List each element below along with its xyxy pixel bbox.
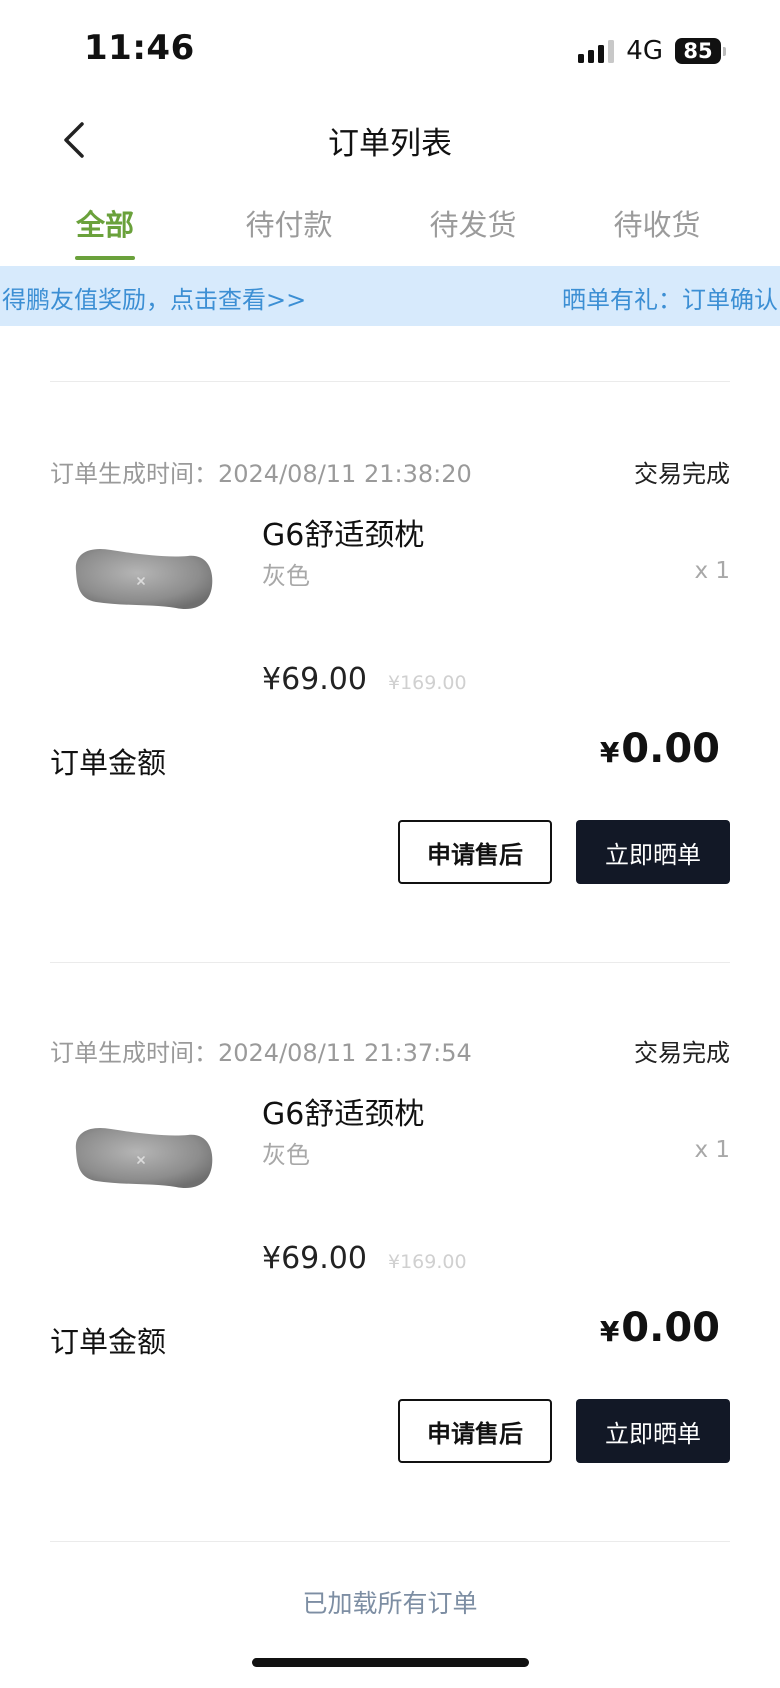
all-orders-loaded-text: 已加载所有订单	[302, 1589, 478, 1618]
product-quantity: x 1	[694, 558, 730, 584]
order-card: 订单生成时间：2024/08/11 21:37:54 交易完成 G6舒适颈枕 灰…	[0, 1033, 780, 1573]
tab-all[interactable]: 全部	[30, 202, 180, 244]
tab-pending-receipt[interactable]: 待收货	[582, 202, 732, 244]
status-indicators: 4G 85	[578, 36, 726, 66]
product-quantity: x 1	[694, 1137, 730, 1163]
after-sale-button[interactable]: 申请售后	[398, 1399, 552, 1463]
order-status: 交易完成	[634, 1039, 730, 1067]
order-amount-label: 订单金额	[50, 746, 167, 780]
status-time: 11:46	[84, 28, 195, 68]
product-price: ¥69.00	[262, 1241, 367, 1276]
status-bar: 11:46 4G 85	[0, 0, 780, 100]
tab-pending-payment[interactable]: 待付款	[214, 202, 364, 244]
active-tab-indicator	[75, 256, 135, 260]
order-status: 交易完成	[634, 460, 730, 488]
product-variant: 灰色	[262, 1141, 310, 1169]
order-amount: ¥0.00	[600, 726, 720, 772]
divider	[50, 1541, 730, 1542]
product-name[interactable]: G6舒适颈枕	[262, 1089, 424, 1133]
battery-level: 85	[675, 38, 721, 64]
currency-symbol: ¥	[599, 736, 620, 769]
signal-icon	[578, 39, 615, 63]
order-amount-value: 0.00	[621, 726, 720, 772]
nav-header: 订单列表	[0, 100, 780, 178]
battery-icon: 85	[675, 38, 726, 64]
order-amount-value: 0.00	[621, 1305, 720, 1351]
product-original-price: ¥169.00	[388, 672, 467, 694]
product-name[interactable]: G6舒适颈枕	[262, 510, 424, 554]
after-sale-button[interactable]: 申请售后	[398, 820, 552, 884]
product-price: ¥69.00	[262, 662, 367, 697]
currency-symbol: ¥	[599, 1315, 620, 1348]
order-card: 订单生成时间：2024/08/11 21:38:20 交易完成 G6舒适颈枕 灰…	[0, 454, 780, 994]
home-indicator[interactable]	[252, 1658, 529, 1667]
promo-banner[interactable]: 得鹏友值奖励，点击查看>> 晒单有礼：订单确认	[0, 266, 780, 326]
product-image[interactable]	[66, 1105, 216, 1215]
order-time: 订单生成时间：2024/08/11 21:38:20	[50, 460, 472, 488]
banner-text-2: 晒单有礼：订单确认	[562, 286, 778, 314]
share-order-button[interactable]: 立即晒单	[576, 820, 730, 884]
divider	[50, 962, 730, 963]
product-image[interactable]	[66, 526, 216, 636]
share-order-button[interactable]: 立即晒单	[576, 1399, 730, 1463]
tab-pending-shipment[interactable]: 待发货	[398, 202, 548, 244]
network-type: 4G	[626, 36, 663, 66]
page-title: 订单列表	[328, 126, 452, 162]
divider	[50, 381, 730, 382]
product-variant: 灰色	[262, 562, 310, 590]
product-original-price: ¥169.00	[388, 1251, 467, 1273]
order-amount: ¥0.00	[600, 1305, 720, 1351]
order-amount-label: 订单金额	[50, 1325, 167, 1359]
banner-text-1: 得鹏友值奖励，点击查看>>	[2, 286, 307, 314]
order-tabs: 全部 待付款 待发货 待收货	[0, 190, 780, 262]
order-time: 订单生成时间：2024/08/11 21:37:54	[50, 1039, 472, 1067]
